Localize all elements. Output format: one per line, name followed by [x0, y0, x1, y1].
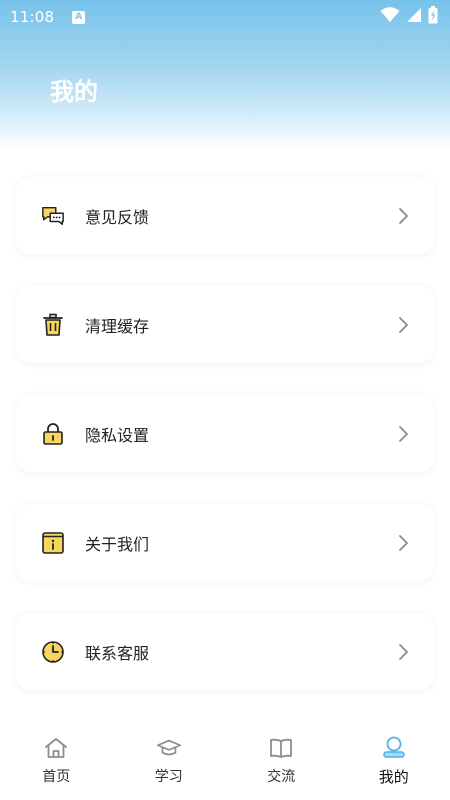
wifi-icon	[380, 7, 400, 27]
user-icon	[381, 736, 407, 760]
chevron-right-icon	[396, 206, 410, 226]
battery-icon	[428, 6, 438, 28]
menu-item-label: 意见反馈	[85, 207, 150, 227]
menu-item-label: 联系客服	[85, 643, 150, 663]
chevron-right-icon	[396, 533, 410, 553]
trash-icon	[41, 313, 65, 337]
tab-home[interactable]: 首页	[0, 726, 113, 800]
chevron-right-icon	[396, 642, 410, 662]
menu-item-about-us[interactable]: 关于我们	[16, 504, 434, 581]
menu-item-contact-support[interactable]: 联系客服	[16, 613, 434, 690]
tab-label: 我的	[378, 768, 409, 786]
tab-label: 学习	[154, 769, 183, 785]
menu-item-label: 清理缓存	[85, 316, 150, 336]
menu-item-clear-cache[interactable]: 清理缓存	[16, 286, 434, 363]
tab-label: 首页	[42, 769, 71, 785]
profile-screen: 11:08 A 我的 意见反馈 清理缓存 隐私设置 关于我们 联系客服 首页 学…	[0, 0, 450, 800]
settings-menu: 意见反馈 清理缓存 隐私设置 关于我们 联系客服	[16, 177, 434, 722]
tab-study[interactable]: 学习	[113, 726, 226, 800]
menu-item-feedback[interactable]: 意见反馈	[16, 177, 434, 254]
home-icon	[43, 736, 69, 760]
graduation-cap-icon	[156, 736, 182, 760]
book-icon	[268, 736, 294, 760]
status-bar: 11:08 A	[0, 0, 450, 34]
chevron-right-icon	[396, 315, 410, 335]
clock-icon	[41, 640, 65, 664]
tab-label: 交流	[267, 769, 296, 785]
notification-badge: A	[72, 10, 86, 24]
feedback-chat-icon	[41, 204, 65, 228]
chevron-right-icon	[396, 424, 410, 444]
cellular-signal-icon	[406, 7, 422, 27]
tab-community[interactable]: 交流	[225, 726, 338, 800]
status-time: 11:08	[10, 8, 55, 26]
bottom-tab-bar: 首页 学习 交流 我的	[0, 726, 450, 800]
lock-icon	[41, 422, 65, 446]
menu-item-privacy-settings[interactable]: 隐私设置	[16, 395, 434, 472]
page-title: 我的	[50, 78, 98, 106]
menu-item-label: 关于我们	[85, 534, 150, 554]
tab-me[interactable]: 我的	[338, 726, 450, 800]
menu-item-label: 隐私设置	[85, 425, 150, 445]
status-icons	[380, 6, 438, 28]
info-icon	[41, 531, 65, 555]
